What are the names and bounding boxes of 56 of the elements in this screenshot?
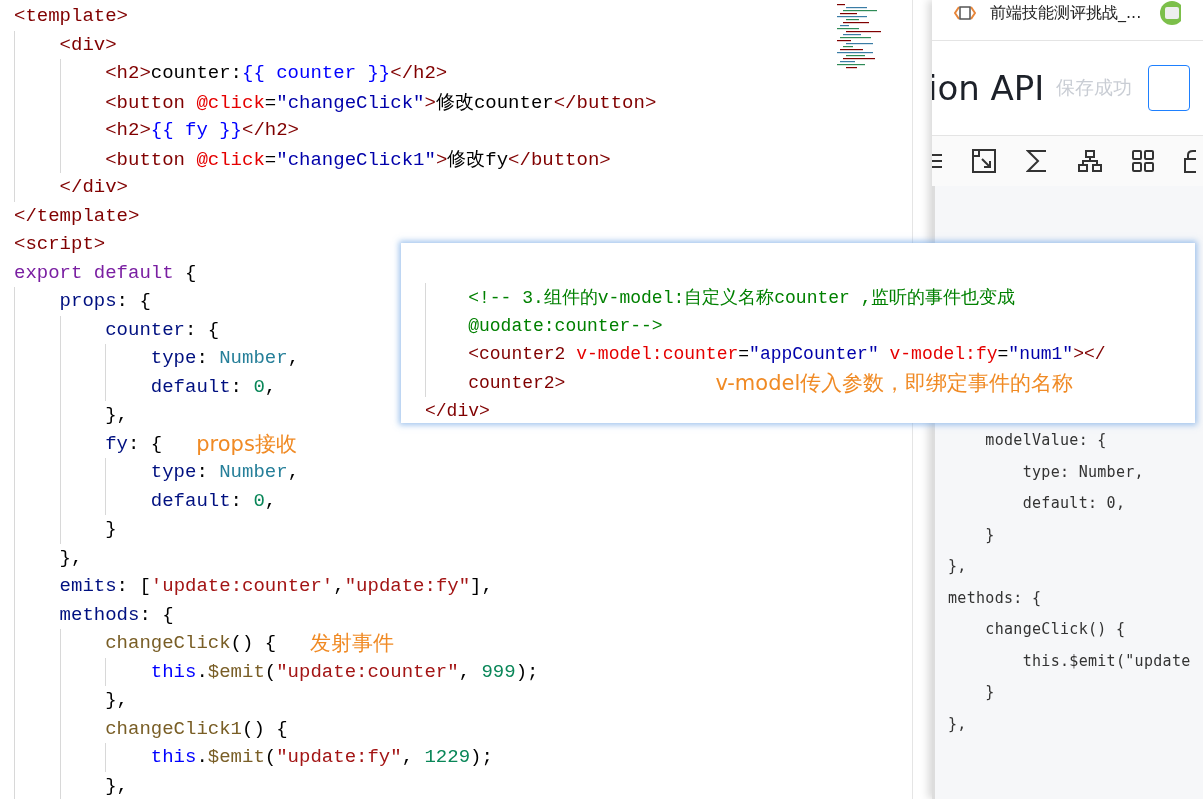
code-line: </template> xyxy=(14,204,140,227)
code-line: counter: { xyxy=(105,318,220,341)
code-line: <template> xyxy=(14,5,129,28)
code-line: } xyxy=(105,518,117,541)
code-line: changeClick() { xyxy=(984,620,1126,638)
code-line: <counter2 v-model:counter="appCounter" v-model:fy="num1"></ xyxy=(468,344,1106,365)
code-line: } xyxy=(984,683,995,701)
code-line: <script> xyxy=(14,233,106,256)
code-line: methods: { xyxy=(948,588,1042,607)
article-title: ion API xyxy=(932,68,1045,108)
code-line: this.$emit("update:fy", 1229); xyxy=(150,746,493,769)
code-line: this.$emit("update:counter", 999); xyxy=(150,660,539,683)
list-icon[interactable] xyxy=(932,151,942,171)
code-line: counter2> xyxy=(468,372,566,393)
code-line: export default { xyxy=(14,261,197,284)
code-line: }, xyxy=(948,714,967,733)
code-line: type: Number, xyxy=(1021,462,1144,481)
resize-icon[interactable] xyxy=(972,149,996,173)
code-line: default: 0, xyxy=(150,375,277,398)
sigma-icon[interactable] xyxy=(1026,149,1048,173)
code-line: changeClick1() { xyxy=(105,717,288,740)
annotation-text: v-model传入参数，即绑定事件的名称 xyxy=(715,369,1074,397)
code-line: default: 0, xyxy=(1021,494,1126,512)
code-line: <div> xyxy=(59,33,117,56)
annotation-text: props接收 xyxy=(196,430,297,458)
code-line: default: 0, xyxy=(150,489,277,512)
code-line: }, xyxy=(59,546,83,569)
code-line: }, xyxy=(105,774,128,797)
code-line: </div> xyxy=(59,176,128,199)
code-line: }, xyxy=(105,404,128,427)
code-line: methods: { xyxy=(59,603,174,626)
code-line: <!-- 3.组件的v-model:自定义名称counter ,监听的事件也变成 xyxy=(468,287,1016,310)
code-line: type: Number, xyxy=(150,347,300,370)
code-line: emits: ['update:counter',"update:fy"], xyxy=(59,575,493,598)
code-line: }, xyxy=(948,557,967,575)
code-line: }, xyxy=(105,689,128,712)
annotation-text: 发射事件 xyxy=(310,630,395,658)
hierarchy-icon[interactable] xyxy=(1078,150,1102,172)
code-line: this.$emit("update xyxy=(1021,651,1191,670)
code-line: </div> xyxy=(425,401,490,422)
code-line: } xyxy=(984,525,995,544)
code-line: modelValue: { xyxy=(984,431,1107,449)
code-line: @uodate:counter--> xyxy=(468,315,663,336)
code-line: props: { xyxy=(59,290,151,313)
code-line: changeClick() { xyxy=(105,632,277,655)
code-line: fy: { xyxy=(105,432,163,455)
browser-tab[interactable]: 前端技能测评挑战_... xyxy=(932,0,1203,26)
code-icon xyxy=(954,4,976,22)
code-line: <h2>{{ fy }}</h2> xyxy=(105,119,300,142)
code-line: <button @click="changeClick">修改counter</button> xyxy=(105,90,657,115)
lock-icon[interactable] xyxy=(1184,149,1196,173)
code-line: type: Number, xyxy=(150,461,300,484)
header-button[interactable] xyxy=(1148,65,1191,111)
code-line: <h2>counter:{{ counter }}</h2> xyxy=(105,62,448,85)
grid-icon[interactable] xyxy=(1132,150,1154,172)
code-line: <button @click="changeClick1">修改fy</button> xyxy=(105,147,611,172)
